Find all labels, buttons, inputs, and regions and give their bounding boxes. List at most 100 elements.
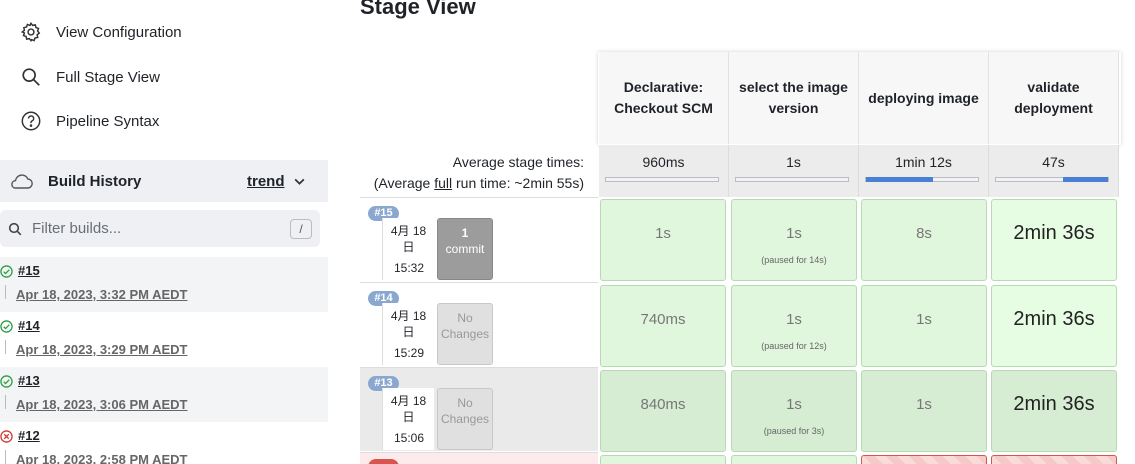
stage-duration: 840ms (640, 396, 686, 413)
build-number-link[interactable]: #12 (18, 428, 40, 443)
timeline-bar (5, 395, 6, 409)
paused-note: (paused for 12s) (761, 341, 827, 351)
full-run-link[interactable]: full (434, 175, 452, 191)
run-date-line: 4月 18 (390, 224, 427, 238)
pipeline-syntax-label: Pipeline Syntax (56, 112, 160, 130)
full-run-suffix: run time: ~2min 55s) (452, 175, 584, 191)
stage-cell[interactable]: 1s (861, 285, 987, 367)
build-row: #13 Apr 18, 2023, 3:06 PM AEDT (0, 367, 328, 422)
filter-shortcut-key: / (290, 219, 312, 239)
run-time: 15:06 (393, 431, 425, 445)
stage-header: deploying image (859, 52, 989, 144)
changes-box[interactable]: 1 commit (437, 218, 493, 280)
stage-cell-failed[interactable] (861, 455, 987, 464)
stage-duration: 1s (786, 311, 802, 328)
build-date-link[interactable]: Apr 18, 2023, 3:32 PM AEDT (16, 287, 187, 302)
full-stage-view-label: Full Stage View (56, 68, 160, 86)
average-stage-times-label: Average stage times: (Average full run t… (360, 152, 584, 194)
stage-average-fill (866, 177, 933, 182)
pipeline-syntax-link[interactable]: Pipeline Syntax (20, 110, 159, 132)
build-date-link[interactable]: Apr 18, 2023, 3:06 PM AEDT (16, 397, 187, 412)
average-label: Average stage times: (452, 154, 584, 170)
run-row-info[interactable] (360, 452, 598, 464)
stage-duration: 1s (786, 396, 802, 413)
build-history-title: Build History (48, 172, 142, 190)
stage-cell[interactable]: 1s (600, 199, 726, 281)
run-date-day: 日 (402, 410, 415, 424)
run-date: 4月 18 日 15:32 (382, 218, 434, 280)
stage-cell[interactable]: 1s (861, 370, 987, 452)
stage-cell[interactable]: 2min 36s (991, 199, 1117, 281)
stage-duration: 1s (786, 225, 802, 242)
failed-icon (0, 430, 13, 443)
stage-cell[interactable] (731, 455, 857, 464)
filter-builds-box: / (0, 210, 320, 247)
run-date-day: 日 (402, 325, 415, 339)
build-number-link[interactable]: #15 (18, 263, 40, 278)
stage-average-value: 47s (1042, 154, 1065, 170)
run-row-info[interactable]: #14 4月 18 日 15:29 No Changes (360, 282, 598, 366)
search-icon (22, 68, 40, 86)
changes-label: commit (445, 242, 485, 256)
stage-cell[interactable]: 740ms (600, 285, 726, 367)
timeline-bar (5, 340, 6, 354)
build-number-link[interactable]: #14 (18, 318, 40, 333)
gear-icon (20, 21, 41, 43)
paused-note: (paused for 3s) (763, 426, 825, 436)
stage-header: select the image version (729, 52, 859, 144)
stage-average-bar (605, 177, 719, 182)
trend-link[interactable]: trend (247, 173, 285, 190)
build-badge[interactable] (368, 459, 399, 464)
success-icon (0, 320, 13, 333)
stage-duration: 2min 36s (1013, 308, 1095, 330)
build-row: #12 Apr 18, 2023, 2:58 PM AEDT (0, 422, 328, 464)
stage-duration: 2min 36s (1013, 222, 1095, 244)
timeline-bar (5, 450, 6, 464)
changes-count: No (457, 396, 473, 410)
stage-average: 1s (729, 145, 859, 197)
run-date: 4月 18 日 15:29 (382, 303, 434, 365)
run-date-line: 4月 18 (390, 309, 427, 323)
view-configuration-label: View Configuration (56, 23, 182, 41)
help-icon (21, 111, 41, 131)
filter-builds-input[interactable] (32, 216, 272, 240)
stage-average-bar (995, 177, 1109, 182)
stage-cell-failed[interactable] (991, 455, 1117, 464)
stage-average-value: 960ms (642, 154, 685, 170)
changes-box[interactable]: No Changes (437, 388, 493, 450)
changes-count: No (457, 311, 473, 325)
stage-duration: 1s (916, 311, 932, 328)
changes-count: 1 (461, 226, 469, 240)
full-stage-view-link[interactable]: Full Stage View (20, 66, 160, 88)
run-row-info[interactable]: #13 4月 18 日 15:06 No Changes (360, 367, 598, 451)
stage-view-title: Stage View (360, 0, 476, 19)
build-number-link[interactable]: #13 (18, 373, 40, 388)
stage-cell[interactable]: 840ms (600, 370, 726, 452)
stage-cell[interactable]: 2min 36s (991, 370, 1117, 452)
stage-duration: 1s (916, 396, 932, 413)
stage-cell[interactable]: 8s (861, 199, 987, 281)
stage-cell[interactable]: 1s (paused for 12s) (731, 285, 857, 367)
build-date-link[interactable]: Apr 18, 2023, 3:29 PM AEDT (16, 342, 187, 357)
changes-box[interactable]: No Changes (437, 303, 493, 365)
run-date-day: 日 (402, 240, 415, 254)
stage-cell[interactable] (600, 455, 726, 464)
stage-cell[interactable]: 2min 36s (991, 285, 1117, 367)
changes-label: Changes (440, 412, 490, 426)
search-icon (8, 222, 22, 236)
build-date-link[interactable]: Apr 18, 2023, 2:58 PM AEDT (16, 452, 187, 464)
stage-average-bar (865, 177, 979, 182)
stage-average-value: 1min 12s (895, 154, 952, 170)
stage-average-fill (1063, 177, 1108, 182)
chevron-down-icon[interactable] (293, 175, 306, 188)
stage-cell[interactable]: 1s (paused for 14s) (731, 199, 857, 281)
stage-header: Declarative: Checkout SCM (599, 52, 729, 144)
view-configuration-link[interactable]: View Configuration (20, 21, 182, 43)
stage-duration: 1s (655, 225, 671, 242)
success-icon (0, 375, 13, 388)
stage-average: 47s (989, 145, 1119, 197)
build-row: #14 Apr 18, 2023, 3:29 PM AEDT (0, 312, 328, 367)
run-row-info[interactable]: #15 4月 18 日 15:32 1 commit (360, 197, 598, 281)
stage-duration: 8s (916, 225, 932, 242)
stage-cell[interactable]: 1s (paused for 3s) (731, 370, 857, 452)
